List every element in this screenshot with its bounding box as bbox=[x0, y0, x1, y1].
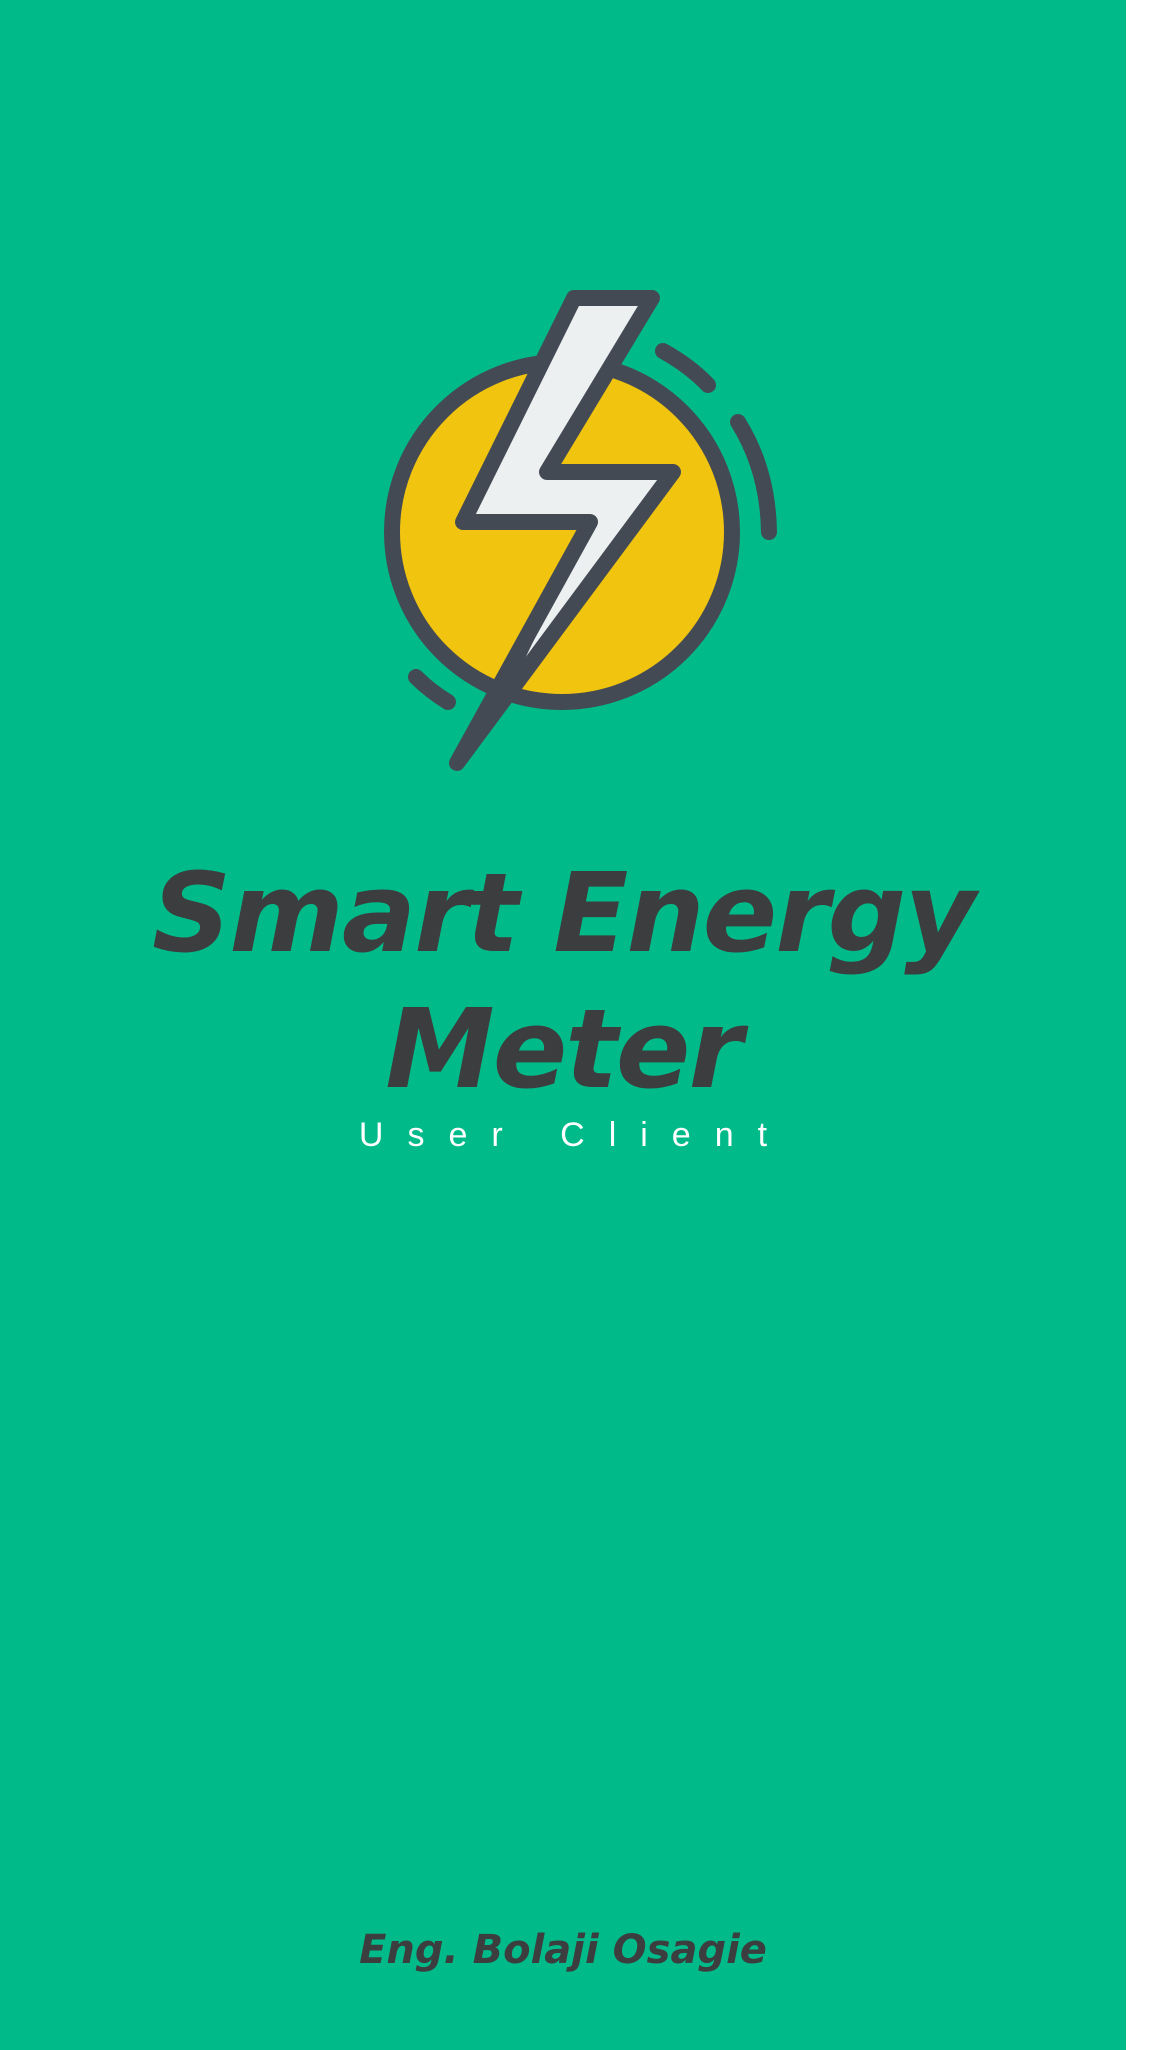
app-subtitle: User Client bbox=[358, 1116, 792, 1154]
splash-screen: Smart Energy Meter User Client Eng. Bola… bbox=[0, 0, 1126, 2050]
energy-logo bbox=[372, 282, 788, 778]
lightning-bolt-icon bbox=[384, 290, 777, 771]
app-title: Smart Energy Meter bbox=[152, 849, 976, 1113]
author-credit: Eng. Bolaji Osagie bbox=[359, 1927, 767, 1973]
